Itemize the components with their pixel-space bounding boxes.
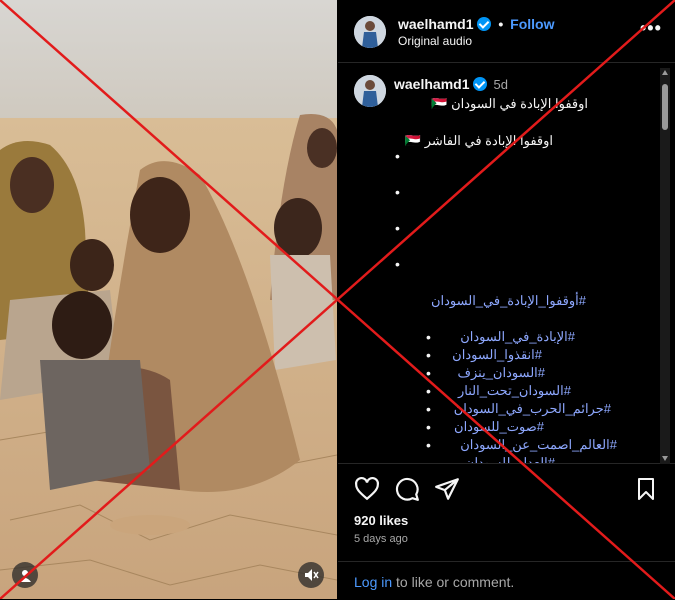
hashtag[interactable]: #العالم_اصمت_عن_السودان: [460, 437, 617, 453]
post-timestamp[interactable]: 5 days ago: [354, 533, 408, 545]
scroll-up-arrow-icon[interactable]: [662, 70, 668, 75]
tag-bullet: •: [426, 419, 431, 435]
caption-avatar[interactable]: [354, 75, 386, 107]
hashtag[interactable]: #الإبادة_في_السودان: [460, 329, 575, 345]
bookmark-icon[interactable]: [634, 476, 662, 504]
login-link[interactable]: Log in: [354, 574, 392, 590]
more-options-icon[interactable]: •••: [640, 18, 662, 39]
caption-username[interactable]: waelhamd1: [394, 76, 469, 92]
hashtag[interactable]: #صوت_للسودان: [454, 419, 544, 435]
muted-speaker-icon[interactable]: [298, 562, 324, 588]
post-media[interactable]: [0, 0, 337, 599]
likes-count[interactable]: 920 likes: [354, 513, 408, 528]
hashtag[interactable]: #جرائم_الحرب_في_السودان: [454, 401, 611, 417]
caption-bullet: •: [395, 184, 400, 200]
caption-bullet: •: [395, 148, 400, 164]
hashtag[interactable]: #العدل_للسودان: [465, 455, 555, 463]
scrollbar-thumb[interactable]: [662, 84, 668, 130]
tag-bullet: •: [426, 365, 431, 381]
avatar[interactable]: [354, 16, 386, 48]
hashtag[interactable]: #السودان_تحت_النار: [458, 383, 571, 399]
header-separator: •: [498, 16, 504, 32]
login-prompt: Log in to like or comment.: [354, 574, 514, 590]
post-header: waelhamd1 • Follow Original audio •••: [338, 0, 675, 63]
share-icon[interactable]: [434, 476, 462, 504]
tag-bullet: •: [426, 383, 431, 399]
action-bar: [338, 476, 675, 508]
caption-line-2: اوقفوا الإبادة في الفاشر 🇸🇩: [404, 133, 553, 148]
caption-scrollbar[interactable]: [660, 68, 670, 464]
login-prompt-text: to like or comment.: [392, 574, 515, 590]
verified-badge-icon: [477, 17, 492, 31]
hashtag[interactable]: #السودان_ينزف: [458, 365, 545, 381]
caption-bullet: •: [395, 256, 400, 272]
hashtag[interactable]: #انقذوا_السودان: [452, 347, 542, 363]
caption-age[interactable]: 5d: [493, 77, 507, 92]
comment-icon[interactable]: [394, 476, 422, 504]
header-username[interactable]: waelhamd1: [398, 16, 473, 32]
user-tag-icon[interactable]: [12, 562, 38, 588]
tag-bullet: •: [426, 401, 431, 417]
tag-bullet: •: [426, 329, 431, 345]
tag-bullet: •: [426, 437, 431, 453]
hashtag-main[interactable]: #أوقفوا_الإبادة_في_السودان: [431, 293, 586, 309]
audio-label[interactable]: Original audio: [398, 34, 472, 48]
tag-bullet: •: [426, 347, 431, 363]
caption-line-1: اوقفوا الإبادة في السودان 🇸🇩: [431, 96, 588, 111]
verified-badge-icon: [473, 77, 488, 91]
post-side-panel: waelhamd1 • Follow Original audio ••• wa…: [338, 0, 675, 599]
post-photo: [0, 0, 337, 599]
heart-icon[interactable]: [354, 476, 382, 504]
scroll-down-arrow-icon[interactable]: [662, 456, 668, 461]
login-footer: Log in to like or comment.: [338, 561, 675, 600]
caption-area: waelhamd1 5d اوقفوا الإبادة في السودان 🇸🇩…: [338, 63, 675, 464]
caption-bullet: •: [395, 220, 400, 236]
follow-button[interactable]: Follow: [510, 16, 554, 32]
